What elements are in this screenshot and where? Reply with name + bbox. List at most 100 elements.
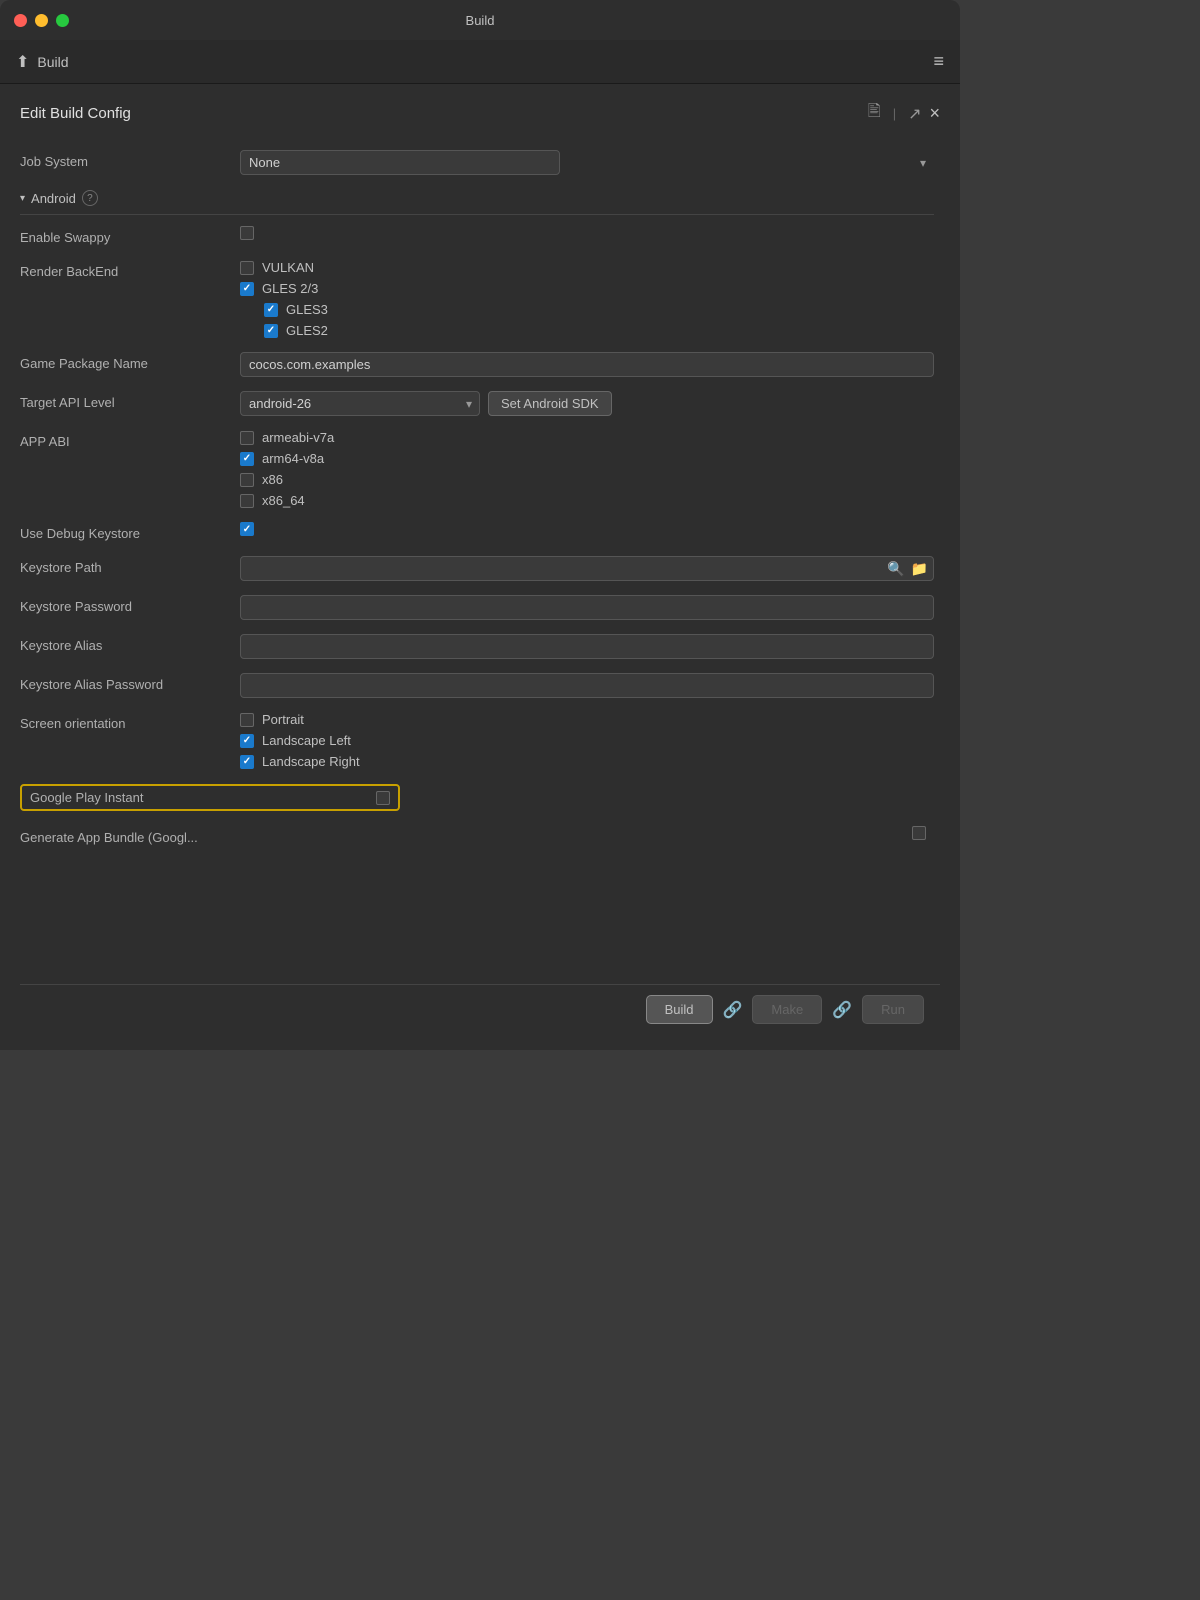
arm64-v8a-wrapper: arm64-v8a	[240, 451, 934, 466]
generate-app-bundle-label: Generate App Bundle (Googl...	[20, 826, 912, 845]
export-icon[interactable]: ↗	[908, 104, 921, 124]
gles2-wrapper: GLES2	[240, 323, 934, 338]
google-play-instant-row: Google Play Instant	[20, 776, 934, 819]
run-button[interactable]: Run	[862, 995, 924, 1024]
generate-app-bundle-control	[912, 826, 934, 840]
job-system-row: Job System None Unity Custom	[20, 143, 934, 182]
gles2-label: GLES2	[286, 323, 328, 338]
keystore-path-input[interactable]	[240, 556, 934, 581]
keystore-path-wrapper: 🔍 📁	[240, 556, 934, 581]
folder-icon[interactable]: 📁	[911, 560, 928, 577]
form-scroll[interactable]: Job System None Unity Custom ▾ Android ?…	[20, 143, 940, 984]
keystore-path-row: Keystore Path 🔍 📁	[20, 549, 934, 588]
window-title: Build	[466, 13, 495, 28]
target-api-select[interactable]: android-26 android-27 android-28 android…	[240, 391, 480, 416]
screen-orientation-control: Portrait Landscape Left Landscape Right	[240, 712, 934, 769]
portrait-wrapper: Portrait	[240, 712, 934, 727]
keystore-password-input[interactable]	[240, 595, 934, 620]
divider: |	[893, 106, 896, 121]
game-package-input[interactable]	[240, 352, 934, 377]
toolbar-brand: ⬆ Build	[16, 52, 69, 72]
arm64-v8a-checkbox[interactable]	[240, 452, 254, 466]
landscape-right-label: Landscape Right	[262, 754, 360, 769]
search-icon[interactable]: 🔍	[887, 560, 904, 577]
keystore-password-row: Keystore Password	[20, 588, 934, 627]
keystore-path-icons: 🔍 📁	[887, 560, 928, 577]
keystore-alias-label: Keystore Alias	[20, 634, 240, 653]
help-icon[interactable]: ?	[82, 190, 98, 206]
portrait-checkbox[interactable]	[240, 713, 254, 727]
dialog-header: Edit Build Config 🖹 | ↗ ×	[20, 100, 940, 127]
use-debug-keystore-checkbox[interactable]	[240, 522, 254, 536]
set-android-sdk-button[interactable]: Set Android SDK	[488, 391, 612, 416]
game-package-label: Game Package Name	[20, 352, 240, 371]
arm64-v8a-label: arm64-v8a	[262, 451, 324, 466]
enable-swappy-label: Enable Swappy	[20, 226, 240, 245]
enable-swappy-checkbox[interactable]	[240, 226, 254, 240]
app-abi-row: APP ABI armeabi-v7a arm64-v8a x86 x86_64	[20, 423, 934, 515]
main-content: Edit Build Config 🖹 | ↗ × Job System Non…	[0, 84, 960, 1050]
google-play-instant-highlighted: Google Play Instant	[20, 784, 400, 811]
make-link-icon: 🔗	[832, 1000, 852, 1020]
minimize-traffic-light[interactable]	[35, 14, 48, 27]
toolbar-menu-icon[interactable]: ≡	[933, 51, 944, 72]
keystore-alias-password-input[interactable]	[240, 673, 934, 698]
target-api-label: Target API Level	[20, 391, 240, 410]
google-play-instant-label: Google Play Instant	[30, 790, 368, 805]
x86-wrapper: x86	[240, 472, 934, 487]
maximize-traffic-light[interactable]	[56, 14, 69, 27]
google-play-instant-checkbox[interactable]	[376, 791, 390, 805]
gles23-label: GLES 2/3	[262, 281, 318, 296]
generate-app-bundle-checkbox[interactable]	[912, 826, 926, 840]
gles23-checkbox[interactable]	[240, 282, 254, 296]
x86-64-checkbox[interactable]	[240, 494, 254, 508]
armeabi-v7a-checkbox[interactable]	[240, 431, 254, 445]
use-debug-keystore-wrapper	[240, 522, 934, 536]
landscape-left-checkbox[interactable]	[240, 734, 254, 748]
keystore-alias-password-row: Keystore Alias Password	[20, 666, 934, 705]
gles23-wrapper: GLES 2/3	[240, 281, 934, 296]
render-backend-row: Render BackEnd VULKAN GLES 2/3 GLES3 GLE…	[20, 253, 934, 345]
armeabi-v7a-wrapper: armeabi-v7a	[240, 430, 934, 445]
traffic-lights	[14, 14, 69, 27]
keystore-password-control	[240, 595, 934, 620]
game-package-control	[240, 352, 934, 377]
vulkan-label: VULKAN	[262, 260, 314, 275]
make-button[interactable]: Make	[752, 995, 822, 1024]
gles3-checkbox[interactable]	[264, 303, 278, 317]
generate-app-bundle-wrapper	[912, 826, 926, 840]
gles3-label: GLES3	[286, 302, 328, 317]
target-api-control: android-26 android-27 android-28 android…	[240, 391, 934, 416]
android-section-label: Android	[31, 191, 76, 206]
close-icon[interactable]: ×	[929, 103, 940, 124]
build-button[interactable]: Build	[646, 995, 713, 1024]
keystore-path-label: Keystore Path	[20, 556, 240, 575]
screen-orientation-label: Screen orientation	[20, 712, 240, 731]
generate-app-bundle-row: Generate App Bundle (Googl...	[20, 819, 934, 853]
landscape-left-label: Landscape Left	[262, 733, 351, 748]
target-api-dropdown-wrapper[interactable]: android-26 android-27 android-28 android…	[240, 391, 480, 416]
import-icon[interactable]: 🖹	[868, 100, 881, 127]
job-system-select[interactable]: None Unity Custom	[240, 150, 560, 175]
app-abi-label: APP ABI	[20, 430, 240, 449]
build-icon: ⬆	[16, 52, 29, 72]
vulkan-checkbox[interactable]	[240, 261, 254, 275]
keystore-alias-row: Keystore Alias	[20, 627, 934, 666]
vulkan-wrapper: VULKAN	[240, 260, 934, 275]
close-traffic-light[interactable]	[14, 14, 27, 27]
build-link-icon: 🔗	[723, 1000, 743, 1020]
x86-checkbox[interactable]	[240, 473, 254, 487]
keystore-alias-password-control	[240, 673, 934, 698]
chevron-down-icon[interactable]: ▾	[20, 193, 25, 204]
gles2-checkbox[interactable]	[264, 324, 278, 338]
keystore-alias-password-label: Keystore Alias Password	[20, 673, 240, 692]
keystore-alias-control	[240, 634, 934, 659]
render-backend-control: VULKAN GLES 2/3 GLES3 GLES2	[240, 260, 934, 338]
toolbar: ⬆ Build ≡	[0, 40, 960, 84]
gles3-wrapper: GLES3	[240, 302, 934, 317]
keystore-alias-input[interactable]	[240, 634, 934, 659]
job-system-dropdown-wrapper[interactable]: None Unity Custom	[240, 150, 934, 175]
landscape-right-checkbox[interactable]	[240, 755, 254, 769]
android-section-header: ▾ Android ?	[20, 182, 934, 215]
app-abi-control: armeabi-v7a arm64-v8a x86 x86_64	[240, 430, 934, 508]
